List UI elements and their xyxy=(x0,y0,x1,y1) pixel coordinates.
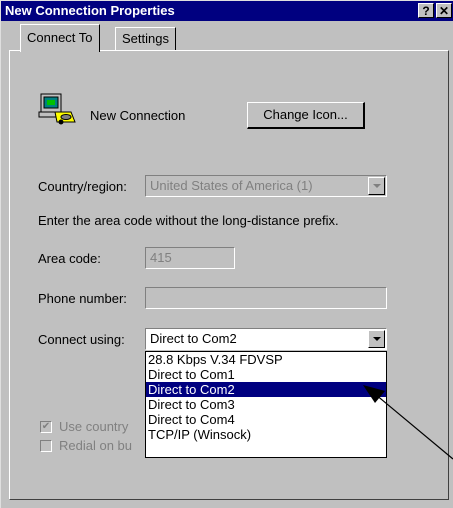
area-code-value: 415 xyxy=(150,250,172,265)
connect-using-label: Connect using: xyxy=(38,332,125,347)
country-value: United States of America (1) xyxy=(150,178,313,193)
area-code-label: Area code: xyxy=(38,251,101,266)
dropdown-option[interactable]: Direct to Com4 xyxy=(146,412,386,427)
dropdown-option[interactable]: Direct to Com3 xyxy=(146,397,386,412)
redial-label: Redial on bu xyxy=(59,438,132,453)
connect-using-dropdown-list[interactable]: 28.8 Kbps V.34 FDVSP Direct to Com1 Dire… xyxy=(145,351,387,458)
tab-connect-to-label: Connect To xyxy=(27,30,93,45)
area-code-instruction: Enter the area code without the long-dis… xyxy=(38,213,339,228)
phone-input[interactable] xyxy=(145,287,387,309)
properties-dialog: New Connection Properties ? ✕ Connect To… xyxy=(0,0,453,508)
close-button[interactable]: ✕ xyxy=(436,3,452,18)
country-label: Country/region: xyxy=(38,179,127,194)
change-icon-label: Change Icon... xyxy=(263,107,348,122)
tab-connect-to[interactable]: Connect To xyxy=(20,24,100,52)
connection-icon xyxy=(38,93,76,125)
connect-using-select[interactable]: Direct to Com2 xyxy=(145,328,387,350)
area-code-input: 415 xyxy=(145,247,235,269)
country-dropdown-arrow-icon xyxy=(368,177,385,195)
use-country-label: Use country xyxy=(59,419,129,434)
dropdown-option[interactable]: TCP/IP (Winsock) xyxy=(146,427,386,442)
use-country-checkbox[interactable]: ✔ xyxy=(40,421,52,433)
help-button[interactable]: ? xyxy=(418,3,434,18)
redial-checkbox[interactable] xyxy=(40,440,52,452)
tab-settings[interactable]: Settings xyxy=(115,27,176,51)
dropdown-option-selected[interactable]: Direct to Com2 xyxy=(146,382,386,397)
dropdown-option[interactable]: 28.8 Kbps V.34 FDVSP xyxy=(146,352,386,367)
phone-label: Phone number: xyxy=(38,291,127,306)
connection-name: New Connection xyxy=(90,108,186,123)
title-bar: New Connection Properties ? ✕ xyxy=(1,1,453,21)
country-select: United States of America (1) xyxy=(145,175,387,197)
connect-using-dropdown-arrow-icon[interactable] xyxy=(368,330,385,348)
window-title: New Connection Properties xyxy=(5,3,175,18)
connect-using-value: Direct to Com2 xyxy=(150,331,237,346)
tab-settings-label: Settings xyxy=(122,31,169,46)
annotation-arrow-icon xyxy=(363,385,453,460)
dropdown-option[interactable]: Direct to Com1 xyxy=(146,367,386,382)
change-icon-button[interactable]: Change Icon... xyxy=(247,102,365,129)
